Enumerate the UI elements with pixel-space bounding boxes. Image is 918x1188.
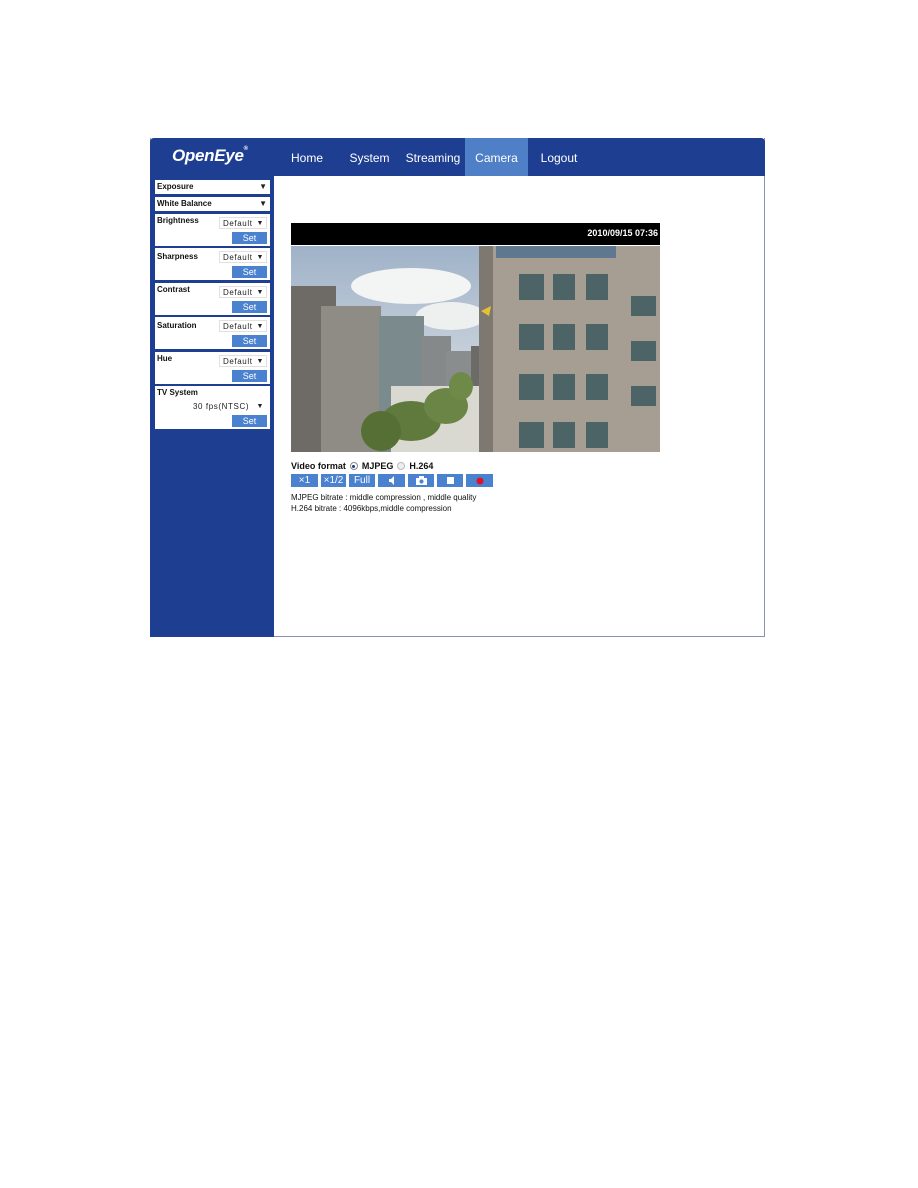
brightness-panel: Brightness Default ▼ Set — [155, 214, 270, 246]
contrast-panel: Contrast Default ▼ Set — [155, 283, 270, 315]
nav-system[interactable]: System — [342, 138, 397, 176]
brightness-value: Default — [223, 219, 253, 228]
white-balance-dropdown[interactable]: White Balance ▼ — [155, 197, 270, 211]
logo-text: OpenEye — [172, 146, 244, 165]
live-video-view[interactable] — [291, 246, 660, 452]
stop-icon — [446, 477, 454, 484]
openeye-logo: OpenEye® — [172, 146, 248, 166]
snapshot-button[interactable] — [408, 474, 434, 487]
sharpness-panel: Sharpness Default ▼ Set — [155, 248, 270, 280]
sharpness-value: Default — [223, 253, 253, 262]
hue-set-button[interactable]: Set — [232, 370, 267, 382]
white-balance-label: White Balance — [157, 199, 212, 208]
hue-label: Hue — [157, 354, 173, 363]
record-button[interactable] — [466, 474, 493, 487]
nav-logout[interactable]: Logout — [533, 138, 585, 176]
tv-system-select[interactable]: 30 fps(NTSC) ▼ — [189, 400, 267, 412]
h264-label: H.264 — [409, 461, 434, 471]
saturation-select[interactable]: Default ▼ — [219, 320, 267, 332]
tv-system-label: TV System — [157, 388, 198, 397]
brightness-set-button[interactable]: Set — [232, 232, 267, 244]
sharpness-select[interactable]: Default ▼ — [219, 251, 267, 263]
exposure-dropdown[interactable]: Exposure ▼ — [155, 180, 270, 194]
speaker-icon — [388, 476, 394, 485]
saturation-label: Saturation — [157, 321, 197, 330]
video-format-row: Video format MJPEG H.264 — [291, 461, 433, 471]
saturation-value: Default — [223, 322, 253, 331]
hue-value: Default — [223, 357, 253, 366]
nav-streaming[interactable]: Streaming — [402, 138, 464, 176]
contrast-value: Default — [223, 288, 253, 297]
mjpeg-radio[interactable] — [349, 462, 358, 470]
record-icon — [476, 477, 483, 484]
hue-select[interactable]: Default ▼ — [219, 355, 267, 367]
chevron-down-icon: ▼ — [256, 220, 264, 227]
sharpness-set-button[interactable]: Set — [232, 266, 267, 278]
video-format-label: Video format — [291, 461, 346, 471]
fullscreen-button[interactable]: Full — [349, 474, 375, 487]
expand-triangle-icon: ▼ — [259, 199, 267, 208]
tv-system-panel: TV System 30 fps(NTSC) ▼ Set — [155, 386, 270, 429]
expand-triangle-icon: ▼ — [259, 182, 267, 191]
hue-panel: Hue Default ▼ Set — [155, 352, 270, 384]
nav-camera[interactable]: Camera — [465, 138, 528, 176]
h264-radio[interactable] — [397, 462, 406, 470]
stop-button[interactable] — [437, 474, 463, 487]
h264-bitrate-info: H.264 bitrate : 4096kbps,middle compress… — [291, 504, 452, 513]
mjpeg-bitrate-info: MJPEG bitrate : middle compression , mid… — [291, 493, 477, 502]
brightness-label: Brightness — [157, 216, 199, 225]
chevron-down-icon: ▼ — [256, 358, 264, 365]
logo-registered-mark: ® — [243, 146, 248, 152]
video-timestamp-bar: 2010/09/15 07:36 — [291, 223, 660, 245]
chevron-down-icon: ▼ — [256, 254, 264, 261]
saturation-panel: Saturation Default ▼ Set — [155, 317, 270, 349]
chevron-down-icon: ▼ — [256, 403, 264, 410]
tv-system-set-button[interactable]: Set — [232, 415, 267, 427]
video-timestamp: 2010/09/15 07:36 — [587, 228, 658, 238]
brightness-select[interactable]: Default ▼ — [219, 217, 267, 229]
street-scene-image — [291, 246, 660, 452]
sharpness-label: Sharpness — [157, 252, 198, 261]
zoom-half-button[interactable]: ×1/2 — [321, 474, 346, 487]
saturation-set-button[interactable]: Set — [232, 335, 267, 347]
exposure-label: Exposure — [157, 182, 194, 191]
chevron-down-icon: ▼ — [256, 289, 264, 296]
zoom-x1-button[interactable]: ×1 — [291, 474, 318, 487]
nav-home[interactable]: Home — [282, 138, 332, 176]
chevron-down-icon: ▼ — [256, 323, 264, 330]
contrast-set-button[interactable]: Set — [232, 301, 267, 313]
contrast-label: Contrast — [157, 285, 190, 294]
mjpeg-label: MJPEG — [361, 461, 394, 471]
contrast-select[interactable]: Default ▼ — [219, 286, 267, 298]
camera-icon — [415, 476, 427, 485]
tv-system-value: 30 fps(NTSC) — [193, 402, 250, 411]
audio-button[interactable] — [378, 474, 405, 487]
